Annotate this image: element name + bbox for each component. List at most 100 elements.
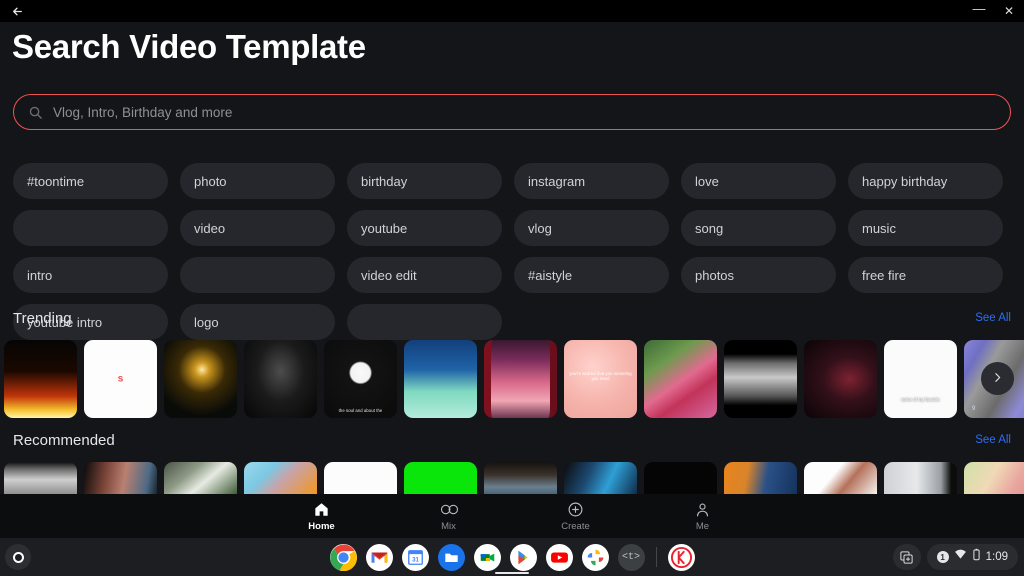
youtube-icon[interactable] — [546, 544, 573, 571]
thumbnail-caption: you're scared that you someting you need — [564, 371, 637, 382]
system-shelf: 31 — [0, 538, 1024, 576]
trending-thumbnail[interactable]: s — [84, 340, 157, 418]
gmail-icon[interactable] — [366, 544, 393, 571]
back-arrow-icon[interactable] — [0, 0, 34, 22]
recommended-thumbnail[interactable] — [964, 462, 1024, 494]
recommended-thumbnail[interactable] — [324, 462, 397, 494]
plus-circle-icon — [567, 501, 584, 518]
thumbnail-caption: s — [84, 374, 157, 385]
tag-chip[interactable]: vlog — [514, 210, 669, 246]
nav-item-create[interactable]: Create — [512, 501, 639, 532]
tag-chip[interactable]: music — [848, 210, 1003, 246]
tag-chip[interactable]: #toontime — [13, 163, 168, 199]
search-input[interactable]: Vlog, Intro, Birthday and more — [13, 94, 1011, 130]
wifi-icon — [954, 548, 967, 566]
window-titlebar: — ✕ — [0, 0, 1024, 22]
trending-thumbnail[interactable] — [244, 340, 317, 418]
nav-item-home[interactable]: Home — [258, 501, 385, 532]
close-button[interactable]: ✕ — [994, 0, 1024, 22]
nav-item-me[interactable]: Me — [639, 501, 766, 532]
tag-chip-label: intro — [27, 268, 52, 283]
recommended-thumbnail[interactable] — [724, 462, 797, 494]
person-icon — [694, 501, 711, 518]
trending-section-header: Trending See All — [0, 310, 1024, 336]
chrome-icon[interactable] — [330, 544, 357, 571]
tag-chip[interactable]: video edit — [347, 257, 502, 293]
trending-thumbnail[interactable]: you're scared that you someting you need — [564, 340, 637, 418]
thumbnail-caption: the soul and about the — [324, 408, 397, 413]
infinity-icon — [440, 501, 457, 518]
trending-thumbnail[interactable] — [644, 340, 717, 418]
trending-thumbnail[interactable] — [804, 340, 877, 418]
trending-thumbnail[interactable] — [484, 340, 557, 418]
kinemaster-icon[interactable] — [668, 544, 695, 571]
photos-icon[interactable] — [582, 544, 609, 571]
trending-thumbnail[interactable] — [4, 340, 77, 418]
search-icon — [28, 105, 43, 120]
tag-chip[interactable]: love — [681, 163, 836, 199]
nav-label: Home — [308, 521, 334, 532]
minimize-button[interactable]: — — [964, 0, 994, 22]
recommended-thumbnail[interactable] — [484, 462, 557, 494]
tag-chip[interactable]: birthday — [347, 163, 502, 199]
tag-chip-label: video — [194, 221, 225, 236]
tag-chip-label: instagram — [528, 174, 585, 189]
tag-chip-label: happy birthday — [862, 174, 947, 189]
recommended-thumbnail[interactable] — [164, 462, 237, 494]
tag-chip[interactable]: instagram — [514, 163, 669, 199]
trending-thumbnail[interactable] — [164, 340, 237, 418]
tag-chip[interactable]: happy birthday — [848, 163, 1003, 199]
tag-chip-partial[interactable] — [13, 210, 168, 246]
tag-chip-label: photos — [695, 268, 734, 283]
page-title: Search Video Template — [12, 28, 366, 66]
shelf-app-list: 31 — [0, 544, 1024, 571]
trending-thumbnail[interactable]: the soul and about the — [324, 340, 397, 418]
nav-label: Mix — [441, 521, 456, 532]
terminal-icon[interactable]: <t> — [618, 544, 645, 571]
tag-chip-label: free fire — [862, 268, 906, 283]
capture-icon[interactable] — [893, 544, 921, 570]
tag-chip[interactable]: intro — [13, 257, 168, 293]
trending-thumbnail[interactable] — [724, 340, 797, 418]
play-store-icon[interactable] — [510, 544, 537, 571]
status-area[interactable]: 1 1:09 — [927, 544, 1018, 570]
tag-chip-label: youtube — [361, 221, 407, 236]
trending-rail[interactable]: s the soul and about the you're scared t… — [0, 340, 1024, 418]
trending-see-all-link[interactable]: See All — [975, 312, 1011, 324]
recommended-thumbnail[interactable] — [84, 462, 157, 494]
recommended-thumbnail[interactable] — [244, 462, 317, 494]
tag-chip[interactable]: youtube — [347, 210, 502, 246]
recommended-thumbnail[interactable] — [404, 462, 477, 494]
recommended-thumbnail[interactable] — [4, 462, 77, 494]
tag-chip-partial[interactable] — [180, 257, 335, 293]
tag-chip[interactable]: song — [681, 210, 836, 246]
shelf-divider — [656, 547, 657, 567]
recommended-thumbnail[interactable] — [564, 462, 637, 494]
trending-thumbnail[interactable] — [404, 340, 477, 418]
recommended-thumbnail[interactable] — [804, 462, 877, 494]
tag-chip[interactable]: free fire — [848, 257, 1003, 293]
tag-chip-label: music — [862, 221, 896, 236]
recommended-rail[interactable] — [0, 462, 1024, 494]
tag-chip[interactable]: photo — [180, 163, 335, 199]
section-title: Recommended — [13, 432, 115, 449]
files-icon[interactable] — [438, 544, 465, 571]
tag-chip[interactable]: #aistyle — [514, 257, 669, 293]
trending-next-button[interactable] — [981, 362, 1014, 395]
bottom-navigation: Home Mix Create Me — [0, 494, 1024, 538]
system-tray: 1 1:09 — [893, 544, 1018, 570]
tag-chip[interactable]: video — [180, 210, 335, 246]
home-icon — [313, 501, 330, 518]
recommended-thumbnail[interactable] — [644, 462, 717, 494]
tag-chip-label: vlog — [528, 221, 552, 236]
tag-chip-label: video edit — [361, 268, 417, 283]
trending-thumbnail[interactable]: some of my favorite — [884, 340, 957, 418]
calendar-icon[interactable]: 31 — [402, 544, 429, 571]
tag-chip[interactable]: photos — [681, 257, 836, 293]
recommended-thumbnail[interactable] — [884, 462, 957, 494]
recommended-see-all-link[interactable]: See All — [975, 434, 1011, 446]
meet-icon[interactable] — [474, 544, 501, 571]
nav-item-mix[interactable]: Mix — [385, 501, 512, 532]
app-window: Search Video Template Vlog, Intro, Birth… — [0, 22, 1024, 538]
tag-chip-label: love — [695, 174, 719, 189]
